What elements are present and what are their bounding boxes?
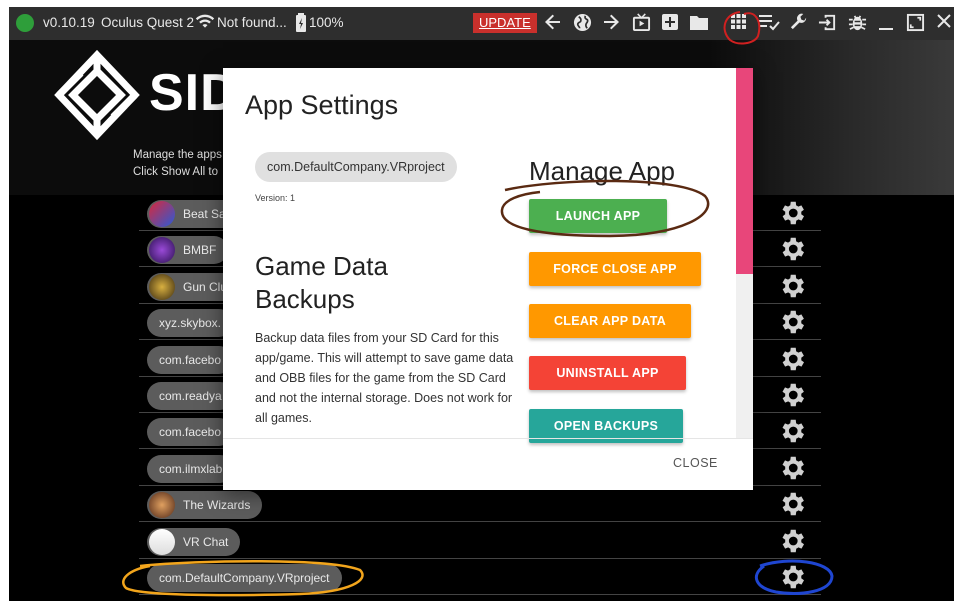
app-name-label: BMBF — [183, 243, 217, 258]
connection-status-dot — [16, 14, 34, 32]
settings-gear-icon[interactable] — [777, 526, 807, 556]
app-name-chip[interactable]: com.DefaultCompany.VRproject — [147, 564, 342, 592]
app-name-chip[interactable]: VR Chat — [147, 527, 241, 556]
app-name-label: com.facebo — [159, 352, 222, 367]
app-name-chip[interactable]: com.facebo — [147, 345, 234, 374]
description-line-2: Click Show All to — [133, 166, 219, 178]
description-line-1: Manage the apps — [133, 149, 222, 161]
sidequest-logo-icon — [54, 49, 140, 141]
grid-icon[interactable] — [728, 13, 748, 33]
page-description: Manage the apps Click Show All to — [133, 147, 222, 181]
app-name-chip[interactable]: The Wizards — [147, 491, 263, 520]
minimize-icon[interactable] — [876, 13, 896, 33]
uninstall-app-button[interactable]: UNINSTALL APP — [529, 356, 686, 390]
dialog-title: App Settings — [245, 90, 399, 120]
back-arrow-icon[interactable] — [543, 13, 563, 33]
beat-saber-icon — [149, 201, 175, 227]
bmbf-icon — [149, 237, 175, 264]
app-name-label: VR Chat — [183, 534, 229, 549]
version-label: Version: 1 — [255, 193, 296, 203]
backups-title-line-2: Backups — [255, 284, 355, 314]
settings-gear-icon[interactable] — [777, 344, 807, 374]
app-name-chip[interactable]: com.ilmxlab — [147, 454, 235, 483]
maximize-icon[interactable] — [905, 13, 925, 33]
version-label: v0.10.19 — [43, 15, 95, 30]
backups-title-line-1: Game Data — [255, 251, 388, 281]
wifi-status: Not found... — [217, 15, 287, 30]
dialog-divider — [223, 438, 753, 439]
wrench-icon[interactable] — [788, 13, 808, 33]
clear-app-data-button[interactable]: CLEAR APP DATA — [529, 304, 691, 338]
tv-icon[interactable] — [631, 13, 651, 33]
backups-title: Game Data Backups — [255, 250, 455, 316]
app-name-chip[interactable]: com.readya — [147, 382, 234, 410]
battery-level: 100% — [309, 15, 344, 30]
app-name-label: com.facebo — [159, 425, 222, 440]
battery-icon — [291, 13, 311, 33]
dialog-close-button[interactable]: CLOSE — [673, 456, 718, 470]
settings-gear-icon[interactable] — [777, 271, 807, 301]
gun-club-icon — [149, 273, 175, 300]
manage-app-title: Manage App — [529, 156, 676, 186]
app-name-chip[interactable]: com.facebo — [147, 418, 234, 447]
app-name-label: com.DefaultCompany.VRproject — [159, 571, 330, 585]
app-settings-dialog: App Settings com.DefaultCompany.VRprojec… — [223, 68, 753, 490]
settings-gear-icon[interactable] — [777, 380, 807, 410]
app-name-chip[interactable]: BMBF — [147, 236, 229, 265]
playlist-icon[interactable] — [758, 13, 780, 33]
update-button[interactable]: UPDATE — [473, 13, 537, 33]
settings-gear-icon[interactable] — [777, 416, 807, 446]
settings-gear-icon[interactable] — [777, 562, 807, 592]
bug-icon[interactable] — [847, 13, 867, 33]
forward-arrow-icon[interactable] — [601, 13, 621, 33]
app-row: VR Chat — [139, 523, 821, 559]
settings-gear-icon[interactable] — [777, 307, 807, 337]
globe-icon[interactable] — [572, 13, 592, 33]
app-row: com.DefaultCompany.VRproject — [139, 559, 821, 595]
settings-gear-icon[interactable] — [777, 453, 807, 483]
backups-description: Backup data files from your SD Card for … — [255, 331, 514, 425]
app-name-label: xyz.skybox. — [159, 316, 222, 331]
launch-app-button[interactable]: LAUNCH APP — [529, 199, 667, 233]
exit-icon[interactable] — [817, 13, 837, 33]
dialog-scrollbar-thumb[interactable] — [736, 68, 753, 274]
add-box-icon[interactable] — [660, 13, 680, 33]
top-toolbar: v0.10.19 Oculus Quest 2 Not found... 100… — [9, 7, 954, 40]
app-row: The Wizards — [139, 486, 821, 523]
sidequest-window: v0.10.19 Oculus Quest 2 Not found... 100… — [9, 7, 954, 601]
app-name-label: com.ilmxlab — [159, 461, 223, 476]
app-name-label: Beat Sa — [183, 207, 226, 221]
wifi-icon — [195, 12, 215, 32]
app-name-label: The Wizards — [183, 498, 251, 513]
the-wizards-icon — [149, 492, 175, 519]
settings-gear-icon[interactable] — [777, 234, 807, 264]
vrchat-icon — [149, 528, 175, 555]
app-name-chip[interactable]: xyz.skybox. — [147, 309, 234, 338]
settings-gear-icon[interactable] — [777, 198, 807, 228]
force-close-app-button[interactable]: FORCE CLOSE APP — [529, 252, 701, 286]
package-name-chip: com.DefaultCompany.VRproject — [255, 152, 457, 182]
device-name: Oculus Quest 2 — [101, 15, 195, 30]
app-name-label: Gun Clu — [183, 279, 228, 294]
close-icon[interactable] — [934, 13, 954, 33]
app-name-label: com.readya — [159, 389, 222, 403]
folder-icon[interactable] — [689, 13, 709, 33]
settings-gear-icon[interactable] — [777, 489, 807, 519]
